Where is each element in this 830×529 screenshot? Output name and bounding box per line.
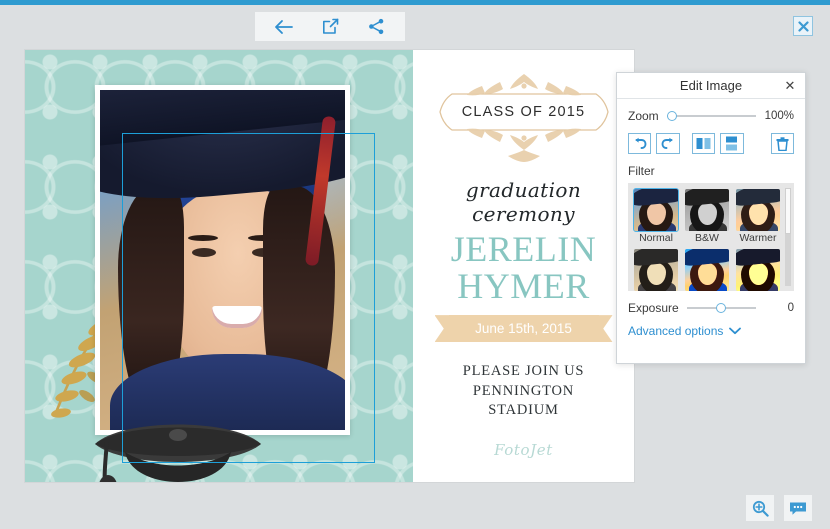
graduation-cap-decoration [95, 424, 261, 482]
card-right-panel: CLASS OF 2015 graduation ceremony JERELI… [413, 50, 634, 482]
app-root: CLASS OF 2015 graduation ceremony JERELI… [0, 0, 830, 529]
watermark: FotoJet [494, 440, 553, 459]
date-ribbon[interactable]: June 15th, 2015 [448, 315, 599, 343]
filter-item-brown[interactable]: Brown [634, 249, 678, 291]
photo-brow-left [188, 235, 218, 241]
zoom-row: Zoom 100% [628, 109, 794, 123]
undo-icon [635, 137, 647, 149]
filter-thumb[interactable] [633, 188, 679, 232]
external-link-icon [322, 18, 338, 34]
design-canvas[interactable]: CLASS OF 2015 graduation ceremony JERELI… [25, 50, 634, 482]
date-text: June 15th, 2015 [475, 321, 572, 337]
filter-thumb[interactable] [634, 249, 678, 291]
filter-thumb[interactable] [736, 189, 780, 231]
photo-frame[interactable] [95, 85, 350, 435]
portrait-photo[interactable] [100, 90, 345, 430]
ceremony-label: graduation ceremony [465, 178, 582, 226]
venue-line-3: STADIUM [488, 402, 559, 419]
zoom-label: Zoom [628, 109, 659, 123]
zoom-in-button[interactable] [746, 495, 774, 521]
share-button[interactable] [363, 16, 389, 38]
filter-section-label: Filter [628, 164, 655, 178]
filter-preview-image [736, 189, 780, 231]
exposure-row: Exposure 0 [628, 301, 794, 315]
filter-preview-image [685, 189, 729, 231]
redo-button[interactable] [656, 133, 680, 154]
zoom-value: 100% [764, 110, 794, 122]
advanced-options-toggle[interactable]: Advanced options [628, 324, 794, 338]
top-accent-strip [0, 0, 830, 5]
export-button[interactable] [317, 16, 343, 38]
back-button[interactable] [271, 16, 297, 38]
filter-label: Normal [639, 232, 673, 244]
filter-thumb[interactable] [736, 249, 780, 291]
filter-grid: Normal B&W Warmer [633, 188, 792, 291]
panel-title: Edit Image [679, 78, 743, 93]
last-name[interactable]: HYMER [413, 268, 634, 304]
exposure-slider-handle[interactable] [716, 303, 727, 313]
zoom-in-icon [752, 500, 769, 517]
exposure-slider[interactable] [686, 301, 756, 315]
edit-image-panel: Edit Image ✕ Zoom 100% Filter Normal B&W… [616, 72, 806, 364]
close-icon [797, 20, 809, 32]
filter-thumb[interactable] [685, 249, 729, 291]
exposure-value: 0 [787, 302, 794, 314]
filter-item-normal[interactable]: Normal [633, 188, 679, 244]
footer-buttons [746, 495, 812, 521]
delete-button[interactable] [770, 133, 795, 154]
flip-horizontal-button[interactable] [691, 133, 716, 154]
filter-preview-image [634, 189, 678, 231]
share-icon [368, 18, 383, 35]
filter-scrollbar-thumb[interactable] [785, 188, 791, 234]
edit-actions-row [628, 133, 795, 154]
chat-bubble-icon [790, 502, 806, 515]
venue-line-2: PENNINGTON [472, 382, 575, 399]
venue-line-1: PLEASE JOIN US [462, 363, 585, 380]
panel-close-button[interactable]: ✕ [782, 77, 798, 93]
flip-vertical-button[interactable] [720, 133, 744, 154]
photo-eye-left [192, 248, 216, 257]
filter-item-brights[interactable]: Brights [685, 249, 729, 291]
class-ornament-block: CLASS OF 2015 [413, 72, 634, 164]
flip-vertical-icon [726, 136, 738, 151]
flip-horizontal-icon [696, 138, 711, 149]
filter-preview-image [736, 249, 780, 291]
panel-body: Zoom 100% Filter Normal B&W Warmer Expos… [617, 99, 805, 338]
filter-item-lomo[interactable]: Lomo [736, 249, 780, 291]
filter-scrollbar[interactable] [785, 188, 791, 286]
trash-icon [776, 136, 789, 151]
filter-preview-image [634, 249, 678, 291]
zoom-slider[interactable] [666, 109, 756, 123]
venue-block[interactable]: PLEASE JOIN US PENNINGTON STADIUM [413, 362, 634, 421]
filter-thumb[interactable] [685, 189, 729, 231]
close-window-button[interactable] [793, 16, 813, 36]
advanced-options-label: Advanced options [628, 324, 724, 338]
filter-label: B&W [695, 232, 719, 244]
first-name[interactable]: JERELIN [413, 231, 634, 267]
undo-button[interactable] [628, 133, 652, 154]
filter-item-bw[interactable]: B&W [685, 189, 729, 244]
filter-preview-image [685, 249, 729, 291]
chevron-down-icon [729, 327, 742, 335]
filter-item-warmer[interactable]: Warmer [736, 189, 780, 244]
zoom-slider-track [666, 115, 756, 117]
filter-label: Warmer [739, 232, 777, 244]
class-of-label: CLASS OF 2015 [461, 104, 586, 120]
filter-list[interactable]: Normal B&W Warmer [628, 183, 794, 291]
exposure-label: Exposure [628, 301, 679, 315]
back-arrow-icon [275, 19, 293, 34]
zoom-slider-handle[interactable] [666, 111, 677, 121]
top-toolbar [255, 12, 405, 41]
panel-header: Edit Image ✕ [617, 73, 805, 99]
feedback-button[interactable] [784, 495, 812, 521]
redo-icon [661, 137, 673, 149]
